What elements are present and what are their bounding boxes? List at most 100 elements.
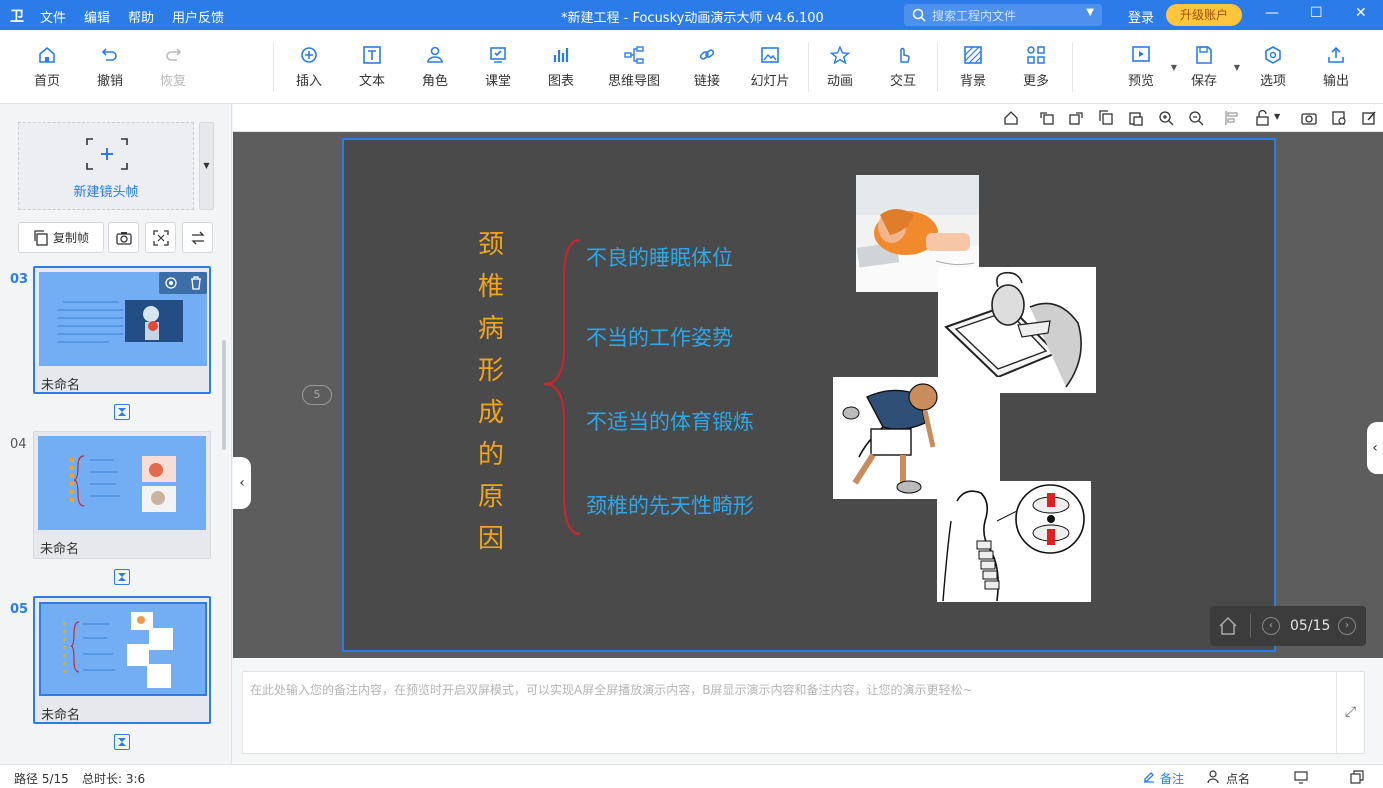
collapse-left-panel-button[interactable]: ‹ bbox=[233, 457, 251, 509]
search-box[interactable]: 搜索工程内文件 ▼ bbox=[904, 4, 1102, 26]
panel-scrollbar[interactable] bbox=[222, 340, 226, 450]
window-toggle-icon[interactable] bbox=[1350, 770, 1364, 784]
prev-slide-icon[interactable]: ‹ bbox=[1262, 617, 1280, 635]
menu-bar: 文件 编辑 帮助 用户反馈 bbox=[40, 7, 224, 26]
toolbar-divider bbox=[1072, 42, 1073, 92]
copy-icon bbox=[34, 229, 48, 246]
settings-hex-icon bbox=[1265, 46, 1281, 64]
rotate-right-icon[interactable] bbox=[1068, 110, 1084, 126]
frame-preview-graphic bbox=[63, 612, 173, 688]
slides-button[interactable]: 幻灯片 bbox=[744, 46, 796, 89]
transition-icon[interactable] bbox=[114, 569, 130, 585]
menu-feedback[interactable]: 用户反馈 bbox=[172, 7, 224, 26]
preview-dropdown-icon[interactable]: ▼ bbox=[1171, 63, 1177, 72]
nav-home-icon[interactable] bbox=[1218, 616, 1238, 636]
copy-icon[interactable] bbox=[1098, 110, 1114, 126]
animation-button[interactable]: 动画 bbox=[814, 46, 866, 89]
next-slide-icon[interactable]: › bbox=[1338, 617, 1356, 635]
frame-delete-icon[interactable] bbox=[188, 275, 204, 291]
slide-item-1[interactable]: 不良的睡眠体位 bbox=[586, 242, 733, 272]
interaction-button[interactable]: 交互 bbox=[877, 46, 929, 89]
notes-area[interactable]: 在此处输入您的备注内容，在预览时开启双屏模式，可以实现A屏全屏播放演示内容，B屏… bbox=[242, 671, 1365, 754]
home-button[interactable]: 首页 bbox=[21, 46, 73, 89]
transition-icon[interactable] bbox=[114, 734, 130, 750]
save-button[interactable]: 保存 ▼ bbox=[1178, 46, 1240, 89]
maximize-icon[interactable]: ☐ bbox=[1310, 5, 1323, 21]
search-dropdown-icon[interactable]: ▼ bbox=[1086, 7, 1094, 18]
chart-button[interactable]: 图表 bbox=[535, 46, 587, 89]
frame-path-badge[interactable]: 5 bbox=[302, 385, 332, 405]
slide-vertical-title[interactable]: 颈 椎 病 形 成 的 原 因 bbox=[471, 224, 511, 560]
transition-icon[interactable] bbox=[114, 404, 130, 420]
slide-frame[interactable]: 颈 椎 病 形 成 的 原 因 不良的睡眠体位 不当的工作姿势 不适当的体育锻炼… bbox=[342, 138, 1276, 652]
page-indicator: 05/15 bbox=[1290, 618, 1331, 634]
frame-settings-icon[interactable] bbox=[163, 275, 179, 291]
swap-frame-button[interactable] bbox=[182, 222, 213, 253]
curly-brace-shape[interactable] bbox=[540, 238, 582, 538]
save-dropdown-icon[interactable]: ▼ bbox=[1234, 63, 1240, 72]
paste-icon[interactable] bbox=[1128, 110, 1144, 126]
app-logo-icon: 卫 bbox=[10, 9, 24, 25]
lock-icon[interactable] bbox=[1255, 110, 1271, 126]
slide-item-2[interactable]: 不当的工作姿势 bbox=[586, 322, 733, 352]
export-button[interactable]: 输出 bbox=[1310, 46, 1362, 89]
menu-file[interactable]: 文件 bbox=[40, 7, 66, 26]
spine-diagram-illustration bbox=[937, 481, 1091, 602]
slide-item-4[interactable]: 颈椎的先天性畸形 bbox=[586, 490, 754, 520]
new-frame-dropdown[interactable]: ▼ bbox=[199, 122, 214, 210]
role-button[interactable]: 角色 bbox=[409, 46, 461, 89]
link-button[interactable]: 链接 bbox=[681, 46, 733, 89]
edit-icon[interactable] bbox=[1361, 110, 1377, 126]
frame-panel: 新建镜头帧 ▼ 复制帧 03 未命名 04 未命名 05 未命名 bbox=[0, 104, 232, 764]
undo-icon bbox=[101, 48, 117, 61]
frame-thumbnail-05[interactable]: 未命名 bbox=[33, 596, 211, 724]
fit-frame-button[interactable] bbox=[145, 222, 176, 253]
background-button[interactable]: 背景 bbox=[947, 46, 999, 89]
window-title: *新建工程 - Focusky动画演示大师 v4.6.100 bbox=[561, 11, 824, 26]
lock-dropdown-icon[interactable]: ▼ bbox=[1274, 112, 1280, 121]
notes-toggle[interactable]: 备注 bbox=[1160, 770, 1184, 787]
notes-placeholder[interactable]: 在此处输入您的备注内容，在预览时开启双屏模式，可以实现A屏全屏播放演示内容，B屏… bbox=[250, 681, 973, 698]
snapshot-button[interactable] bbox=[108, 222, 139, 253]
frame-number: 05 bbox=[10, 602, 29, 617]
mindmap-button[interactable]: 思维导图 bbox=[602, 46, 666, 89]
screen-icon[interactable] bbox=[1294, 770, 1308, 784]
tablet-posture-image[interactable] bbox=[938, 267, 1096, 393]
editor-canvas[interactable]: ‹ 5 颈 椎 病 形 成 的 原 因 不良的睡眠体位 不当的工作姿势 不适当的… bbox=[233, 132, 1383, 658]
swap-icon bbox=[190, 231, 205, 244]
collapse-right-panel-button[interactable]: ‹ bbox=[1367, 422, 1383, 474]
camera-icon[interactable] bbox=[1301, 110, 1317, 126]
redo-button[interactable]: 恢复 bbox=[147, 46, 199, 89]
text-button[interactable]: 文本 bbox=[346, 46, 398, 89]
preview-button[interactable]: 预览 ▼ bbox=[1115, 46, 1177, 89]
zoom-out-icon[interactable] bbox=[1188, 110, 1204, 126]
align-icon[interactable] bbox=[1224, 110, 1240, 126]
login-link[interactable]: 登录 bbox=[1128, 7, 1154, 26]
expand-notes-icon[interactable]: ⤢ bbox=[1336, 672, 1364, 753]
insert-button[interactable]: 插入 bbox=[283, 46, 335, 89]
slide-item-3[interactable]: 不适当的体育锻炼 bbox=[586, 406, 754, 436]
frame-thumbnail-04[interactable]: 未命名 bbox=[33, 431, 211, 559]
settings-doc-icon[interactable] bbox=[1331, 110, 1347, 126]
roll-call-button[interactable]: 点名 bbox=[1226, 770, 1250, 787]
minimize-icon[interactable]: — bbox=[1265, 5, 1279, 21]
zoom-in-icon[interactable] bbox=[1158, 110, 1174, 126]
upgrade-button[interactable]: 升级账户 bbox=[1166, 4, 1242, 26]
menu-edit[interactable]: 编辑 bbox=[84, 7, 110, 26]
spine-diagram-image[interactable] bbox=[937, 481, 1091, 602]
new-frame-button[interactable]: 新建镜头帧 bbox=[18, 122, 194, 210]
home-view-icon[interactable] bbox=[1003, 110, 1019, 126]
text-icon bbox=[363, 46, 381, 64]
frame-preview bbox=[38, 436, 206, 530]
main-toolbar: 首页 撤销 恢复 插入 文本 角色 课堂 图表 思维导图 链接 幻灯片 动画 交… bbox=[0, 30, 1383, 104]
menu-help[interactable]: 帮助 bbox=[128, 7, 154, 26]
frame-thumbnail-03[interactable]: 未命名 bbox=[33, 266, 211, 394]
class-button[interactable]: 课堂 bbox=[472, 46, 524, 89]
search-input[interactable]: 搜索工程内文件 bbox=[932, 7, 1016, 24]
rotate-left-icon[interactable] bbox=[1039, 110, 1055, 126]
more-button[interactable]: 更多 bbox=[1010, 46, 1062, 89]
copy-frame-button[interactable]: 复制帧 bbox=[18, 222, 104, 253]
undo-button[interactable]: 撤销 bbox=[84, 46, 136, 89]
options-button[interactable]: 选项 bbox=[1247, 46, 1299, 89]
close-icon[interactable]: ✕ bbox=[1355, 5, 1367, 21]
